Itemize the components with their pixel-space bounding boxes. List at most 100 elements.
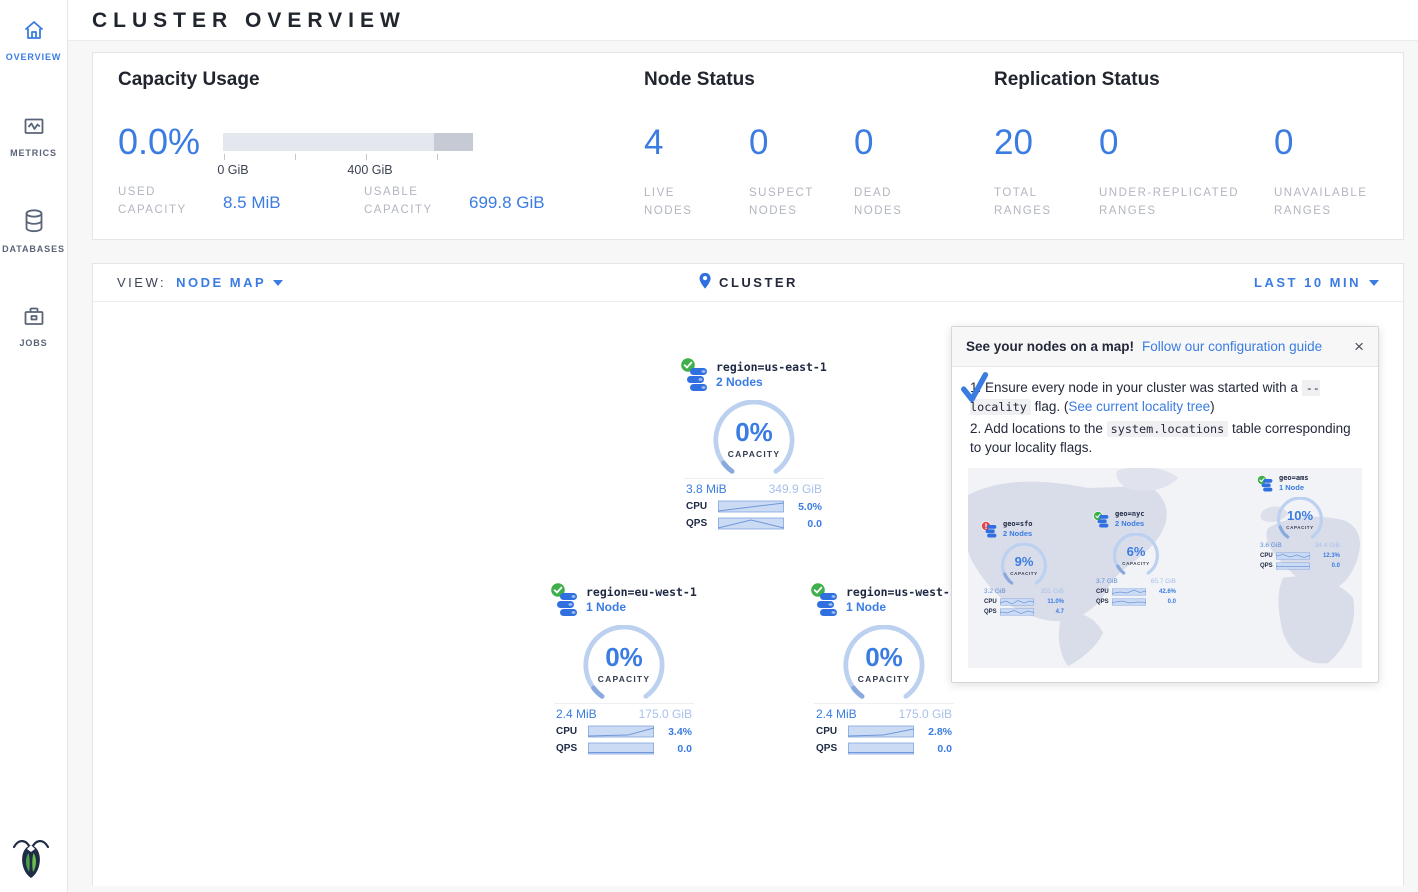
sidebar-item-label: DATABASES <box>2 244 65 254</box>
cpu-value: 3.4% <box>668 726 692 738</box>
qps-sparkline <box>588 742 654 755</box>
mini-qps-sparkline <box>1112 598 1146 606</box>
dead-nodes-label: DEAD NODES <box>854 185 934 221</box>
qps-label: QPS <box>816 743 848 754</box>
mini-qps-label: QPS <box>1096 598 1112 606</box>
cpu-value: 5.0% <box>798 501 822 513</box>
dead-nodes-count: 0 <box>854 123 873 163</box>
mini-qps-value: 4.7 <box>1056 608 1064 616</box>
capacity-tick <box>295 154 296 160</box>
node-map-setup-popup: See your nodes on a map! Follow our conf… <box>951 326 1379 683</box>
suspect-nodes-label: SUSPECT NODES <box>749 185 829 221</box>
capacity-percent: 0.0% <box>118 121 200 163</box>
mini-region-label: geo=ams <box>1279 474 1340 484</box>
sidebar-item-label: JOBS <box>19 338 47 348</box>
mini-cpu-sparkline <box>1000 598 1034 606</box>
sidebar-item-databases[interactable]: DATABASES <box>0 202 67 260</box>
configuration-guide-link[interactable]: Follow our configuration guide <box>1142 339 1322 354</box>
map-toolbar: VIEW: NODE MAP CLUSTER LAST 10 MIN <box>93 264 1403 302</box>
node-card-eu-west-1[interactable]: region=eu-west-1 1 Node 0% CAPACITY <box>554 585 694 755</box>
databases-icon <box>22 208 46 239</box>
qps-row: QPS 0.0 <box>554 742 694 755</box>
popup-title: See your nodes on a map! <box>966 339 1134 354</box>
sidebar-item-overview[interactable]: OVERVIEW <box>0 12 67 68</box>
mini-cpu-row: CPU 11.0% <box>984 598 1064 606</box>
under-replicated-label: UNDER-REPLICATED RANGES <box>1099 185 1269 221</box>
time-range-dropdown[interactable]: LAST 10 MIN <box>1254 275 1379 290</box>
mini-qps-value: 0.0 <box>1168 598 1176 606</box>
live-nodes-count: 4 <box>644 123 663 163</box>
step-done-check-icon <box>958 372 992 411</box>
mini-qps-value: 0.0 <box>1332 562 1340 570</box>
time-range-value: LAST 10 MIN <box>1254 275 1361 290</box>
mini-qps-row: QPS 0.0 <box>1096 598 1176 606</box>
sidebar-item-metrics[interactable]: METRICS <box>0 108 67 164</box>
main-content: CLUSTER OVERVIEW Capacity Usage 0.0% 0 G… <box>68 0 1418 892</box>
mini-node-count: 1 Node <box>1279 483 1340 494</box>
locality-tree-link[interactable]: See current locality tree <box>1068 399 1210 414</box>
qps-row: QPS 0.0 <box>684 517 824 530</box>
metrics-icon <box>22 114 46 143</box>
example-map-image: geo=sfo 2 Nodes 9% <box>968 468 1362 668</box>
step-text: ) <box>1210 399 1215 414</box>
mini-gauge-percent: 6% <box>1109 543 1163 561</box>
view-dropdown[interactable]: NODE MAP <box>176 275 283 290</box>
chevron-down-icon <box>1369 280 1379 286</box>
qps-row: QPS 0.0 <box>814 742 954 755</box>
mini-node-header: geo=ams 1 Node <box>1260 474 1340 496</box>
close-icon[interactable]: × <box>1354 338 1364 355</box>
gauge-capacity-label: CAPACITY <box>836 674 932 684</box>
map-panel: VIEW: NODE MAP CLUSTER LAST 10 MIN <box>92 263 1404 886</box>
mini-gauge-percent: 9% <box>997 553 1051 571</box>
mini-node-header: geo=sfo 2 Nodes <box>984 520 1064 542</box>
mini-cpu-sparkline <box>1112 588 1146 596</box>
mini-capacity-label: CAPACITY <box>1273 525 1327 531</box>
used-value: 2.4 MiB <box>556 707 597 721</box>
node-count-link[interactable]: 2 Nodes <box>716 375 824 389</box>
qps-value: 0.0 <box>807 518 822 530</box>
node-card-us-east-1[interactable]: region=us-east-1 2 Nodes 0% CAPACITY <box>684 360 824 530</box>
breadcrumb[interactable]: CLUSTER <box>698 272 798 293</box>
gauge-percent: 0% <box>836 642 932 673</box>
page-header: CLUSTER OVERVIEW <box>68 0 1418 41</box>
cluster-overview-page: OVERVIEW METRICS DATABASES <box>0 0 1418 892</box>
mini-node-geo-sfo: geo=sfo 2 Nodes 9% <box>984 520 1064 617</box>
cpu-label: CPU <box>816 726 848 737</box>
usable-capacity-label: USABLE CAPACITY <box>364 184 464 220</box>
cpu-row: CPU 5.0% <box>684 500 824 513</box>
mini-cpu-sparkline <box>1276 552 1310 560</box>
page-title: CLUSTER OVERVIEW <box>92 9 1418 33</box>
mini-qps-label: QPS <box>1260 562 1276 570</box>
mini-qps-sparkline <box>1000 608 1034 616</box>
step-text: flag. ( <box>1031 399 1069 414</box>
mini-cpu-value: 12.3% <box>1323 552 1340 560</box>
cpu-row: CPU 3.4% <box>554 725 694 738</box>
used-capacity-label: USED CAPACITY <box>118 184 218 220</box>
capacity-gauge: 0% CAPACITY <box>836 625 932 707</box>
cpu-value: 2.8% <box>928 726 952 738</box>
mini-capacity-label: CAPACITY <box>1109 561 1163 567</box>
usable-capacity-value: 699.8 GiB <box>469 193 545 213</box>
gauge-capacity-label: CAPACITY <box>706 449 802 459</box>
cpu-label: CPU <box>686 501 718 512</box>
mini-gauge-percent: 10% <box>1273 507 1327 525</box>
breadcrumb-label: CLUSTER <box>719 275 798 290</box>
node-count-link[interactable]: 1 Node <box>586 600 694 614</box>
cpu-sparkline <box>588 725 654 738</box>
node-card-us-west-1[interactable]: region=us-west-1 1 Node 0% CAPACITY <box>814 585 954 755</box>
sidebar: OVERVIEW METRICS DATABASES <box>0 0 68 892</box>
step-text: Add locations to the <box>984 421 1106 436</box>
sidebar-item-jobs[interactable]: JOBS <box>0 298 67 354</box>
mini-node-count: 2 Nodes <box>1003 529 1064 540</box>
qps-sparkline <box>848 742 914 755</box>
node-count-link[interactable]: 1 Node <box>846 600 954 614</box>
mini-cpu-label: CPU <box>984 598 1000 606</box>
locality-stack-icon <box>816 592 840 623</box>
used-value: 2.4 MiB <box>816 707 857 721</box>
mini-cpu-value: 42.6% <box>1159 588 1176 596</box>
capacity-tick <box>366 154 367 160</box>
system-locations-code: system.locations <box>1107 421 1229 437</box>
capacity-tick-label-400: 400 GiB <box>347 163 392 177</box>
location-pin-icon <box>698 272 712 293</box>
mini-qps-row: QPS 0.0 <box>1260 562 1340 570</box>
